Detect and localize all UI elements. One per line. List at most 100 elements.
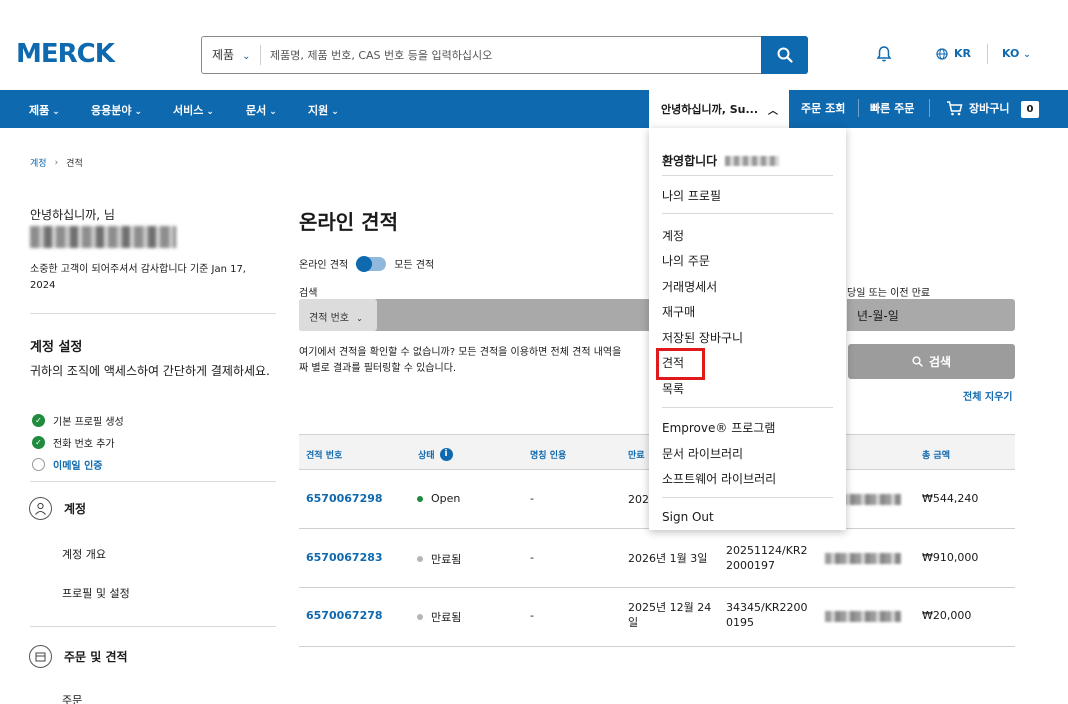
reference-cell-line: 34345/KR2200 [726,601,808,614]
check-circle-icon: ✓ [32,414,45,427]
status-cell: 만료됨 [417,551,461,567]
account-overview-link[interactable]: 계정 개요 [62,546,106,562]
menu-item-lists[interactable]: 목록 [662,380,684,397]
menu-item-saved-carts[interactable]: 저장된 장바구니 [662,329,743,346]
search-button[interactable] [761,36,808,74]
date-filter-label: 당일 또는 이전 만료 [847,288,931,299]
menu-item-my-profile[interactable]: 나의 프로필 [662,187,721,204]
column-header-label: 만료 [628,451,645,461]
nav-divider [858,99,859,117]
chevron-down-icon: ⌄ [134,107,143,117]
cart-count-badge: 0 [1021,101,1039,118]
account-section-header: 계정 [29,497,86,520]
date-input[interactable]: 년-월-일 [847,299,1015,331]
chevron-up-icon: ︿ [768,105,779,117]
status-label: 만료됨 [431,553,462,566]
nav-item-documents[interactable]: 문서 ⌄ [246,102,277,118]
sidebar-divider [30,481,276,482]
help-text: 여기에서 견적을 확인할 수 없습니까? 모든 견적을 이용하면 전체 견적 내… [299,345,651,377]
status-dot-icon [417,556,423,562]
menu-item-my-orders[interactable]: 나의 주문 [662,252,710,269]
column-header-label: 명칭 인용 [530,451,567,461]
quote-number-link[interactable]: 6570067278 [306,609,383,622]
quote-number-link[interactable]: 6570067298 [306,492,383,505]
globe-icon [936,47,948,60]
search-type-select[interactable]: 견적 번호 ⌄ [299,299,377,331]
nav-item-applications[interactable]: 응용분야 ⌄ [91,102,142,118]
redacted-cell [825,553,901,564]
profile-settings-link[interactable]: 프로필 및 설정 [62,585,130,601]
column-header-label: 총 금액 [922,451,950,461]
page-title: 온라인 견적 [299,210,398,234]
column-header-quote-number[interactable]: 견적 번호 [306,448,342,461]
toggle-label-all: 모든 견적 [394,260,435,271]
chevron-right-icon: › [54,157,59,168]
menu-item-document-library[interactable]: 문서 라이브러리 [662,445,743,462]
nav-divider [929,99,930,117]
orders-link[interactable]: 주문 [62,692,82,704]
toggle-knob [356,255,373,272]
quote-search-field[interactable]: 견적 번호 ⌄ [299,299,651,331]
quick-order-link[interactable]: 빠른 주문 [870,100,914,116]
cart-link[interactable]: 장바구니 [946,100,1009,116]
menu-item-invoices[interactable]: 거래명세서 [662,278,717,295]
column-header-expiry[interactable]: 만료 [628,448,645,461]
dropdown-divider [662,175,833,176]
checklist-item-phone: ✓ 전화 번호 추가 [32,435,115,450]
search-icon [912,356,923,367]
search-submit-button[interactable]: 검색 [848,344,1015,379]
nav-label: 제품 [29,104,50,117]
user-name-redacted [30,226,176,248]
nav-item-services[interactable]: 서비스 ⌄ [173,102,214,118]
breadcrumb-account[interactable]: 계정 [30,156,47,169]
table-row: 6570067283 만료됨 - 2026년 1월 3일 20251124/KR… [299,529,1015,588]
empty-circle-icon [32,458,45,471]
checklist-item-email[interactable]: 이메일 인증 [32,457,102,472]
reference-cell-line: 2000197 [726,559,775,572]
quotes-highlight-box [656,348,705,380]
expiry-cell: 2026년 1월 3일 [628,552,708,565]
merck-logo[interactable]: MERCK [16,40,115,68]
region-selector[interactable]: KR [936,47,971,60]
column-header-total[interactable]: 총 금액 [922,448,950,461]
quote-name-cell: - [530,609,534,622]
quote-scope-toggle[interactable] [356,255,387,272]
status-dot-icon [417,614,423,620]
menu-item-software-library[interactable]: 소프트웨어 라이브러리 [662,470,776,487]
search-category-select[interactable]: 제품 ⌄ [212,46,250,63]
verify-email-link[interactable]: 이메일 인증 [53,457,102,472]
help-text-line: 짜 별로 결과를 필터링할 수 있습니다. [299,363,457,374]
column-header-quote-name[interactable]: 명칭 인용 [530,448,566,461]
sidebar-divider [30,626,276,627]
status-cell: Open [417,492,460,505]
order-status-link[interactable]: 주문 조회 [801,100,845,116]
clear-all-link[interactable]: 전체 지우기 [963,388,1012,403]
checklist-label: 기본 프로필 생성 [53,417,124,428]
cart-icon [947,100,963,115]
search-input[interactable] [270,38,750,72]
menu-item-emprove[interactable]: Emprove® 프로그램 [662,419,775,436]
nav-item-support[interactable]: 지원 ⌄ [308,102,339,118]
chevron-down-icon: ⌄ [242,51,251,62]
dropdown-welcome: 환영합니다 [662,152,780,169]
menu-item-reorder[interactable]: 재구매 [662,303,695,320]
quote-number-link[interactable]: 6570067283 [306,551,383,564]
column-header-label: 견적 번호 [306,451,343,461]
chevron-down-icon: ⌄ [356,314,363,323]
quote-name-cell: - [530,551,534,564]
info-icon[interactable]: i [439,448,453,461]
account-menu-toggle[interactable]: 안녕하십니까, Su... ︿ [649,90,789,128]
search-submit-label: 검색 [928,355,952,369]
language-label: KO [1002,47,1020,60]
chevron-down-icon: ⌄ [331,107,339,117]
language-selector[interactable]: KO ⌄ [1002,47,1031,60]
greeting-label: 안녕하십니까, Su... [661,103,759,116]
nav-item-products[interactable]: 제품 ⌄ [29,102,60,118]
column-header-status[interactable]: 상태 i [418,448,453,461]
search-icon [777,47,793,63]
column-header-label: 상태 [418,451,435,461]
bell-icon[interactable] [875,45,893,63]
dropdown-divider [662,407,833,408]
menu-item-account[interactable]: 계정 [662,227,684,244]
menu-item-sign-out[interactable]: Sign Out [662,510,714,524]
